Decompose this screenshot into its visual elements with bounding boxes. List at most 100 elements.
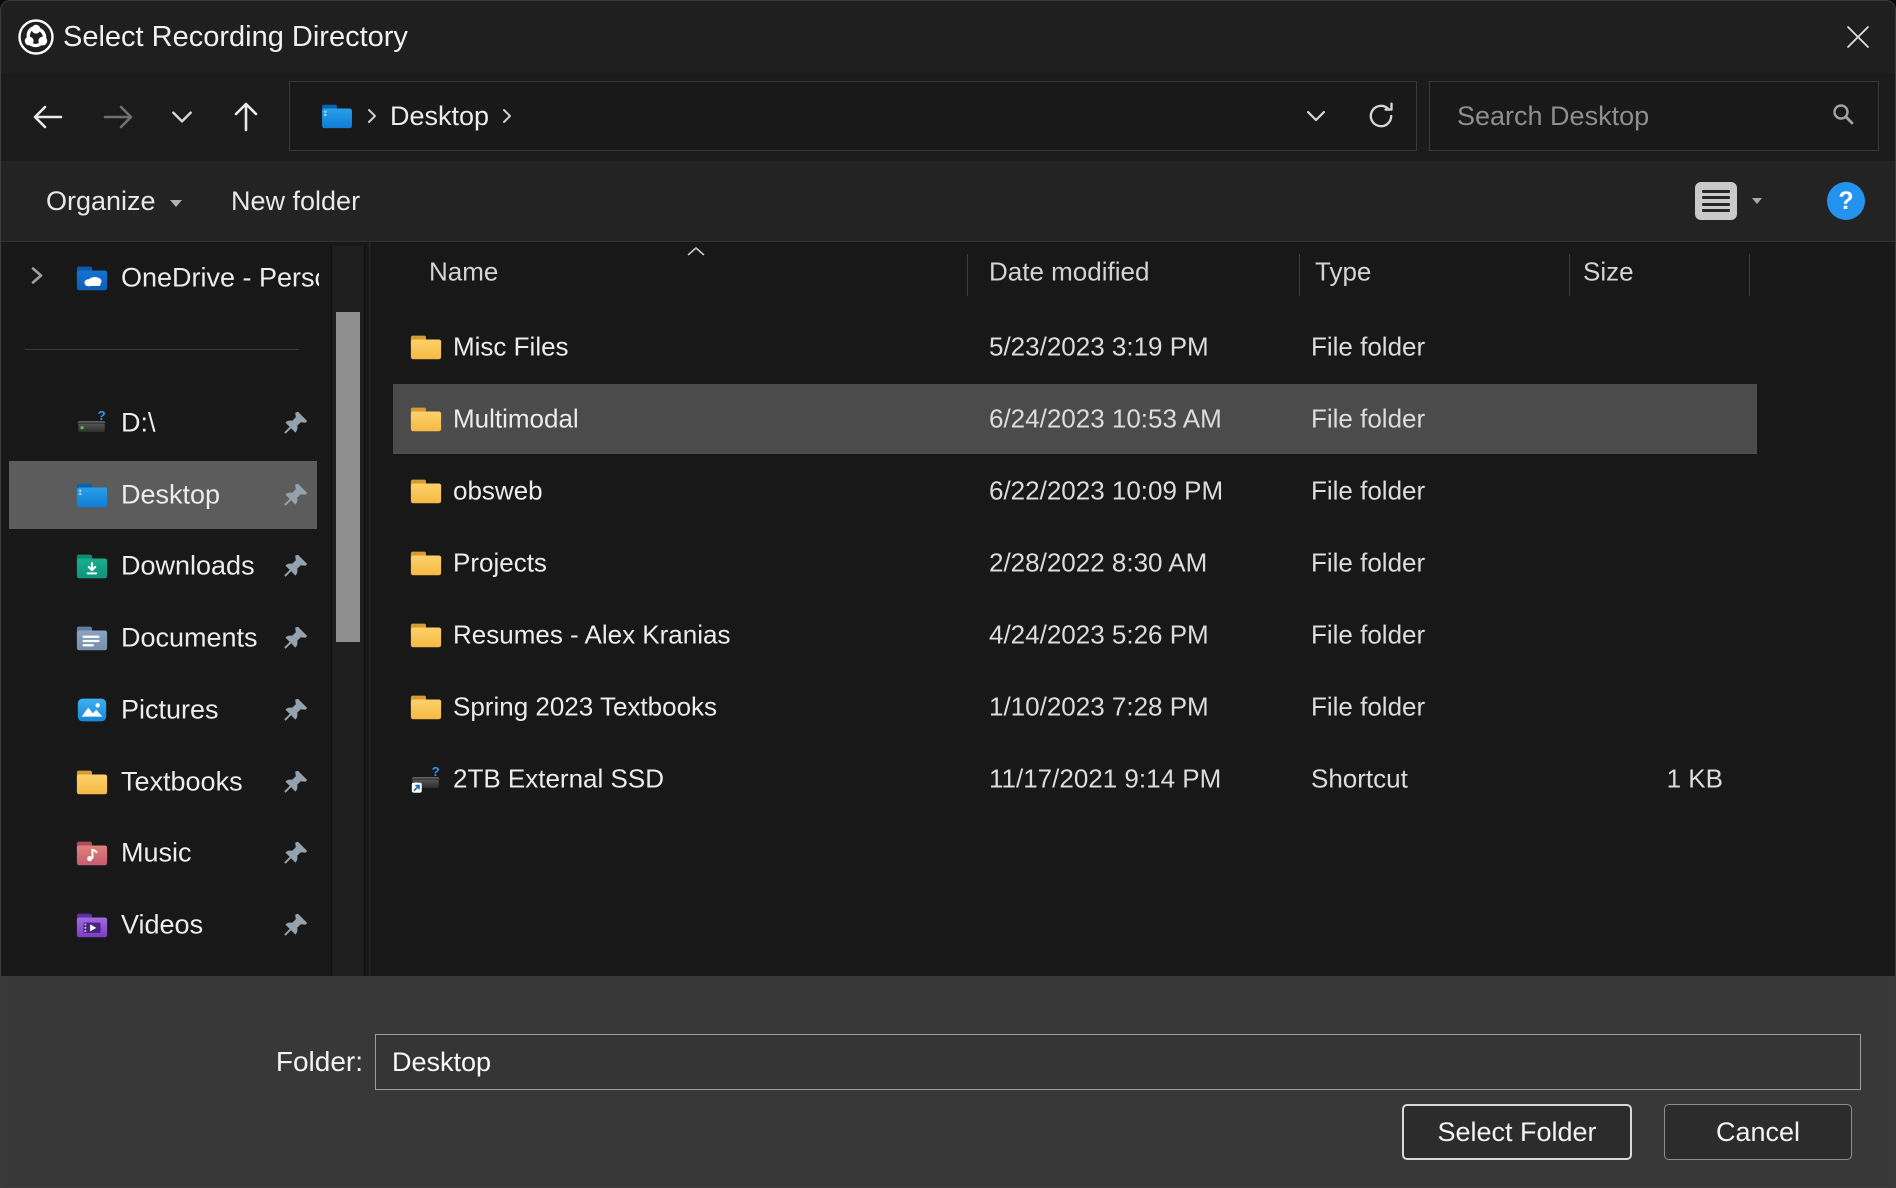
- search-box[interactable]: Search Desktop: [1429, 81, 1879, 151]
- svg-text:?: ?: [98, 408, 106, 423]
- column-header-date-modified[interactable]: Date modified: [989, 257, 1149, 288]
- folder-yellow-icon: [409, 476, 443, 506]
- column-separator[interactable]: [967, 254, 968, 296]
- sidebar-item-desktop[interactable]: Desktop: [1, 461, 319, 529]
- new-folder-button[interactable]: New folder: [231, 161, 360, 241]
- expander-chevron-icon[interactable]: [29, 265, 45, 292]
- file-type: File folder: [1311, 476, 1425, 507]
- file-row-obsweb[interactable]: obsweb 6/22/2023 10:09 PM File folder: [371, 455, 1896, 527]
- view-mode-button[interactable]: [1695, 182, 1762, 220]
- close-button[interactable]: [1835, 15, 1881, 59]
- drive-shortcut-icon: ?: [409, 764, 443, 794]
- folder-name-value: Desktop: [392, 1047, 491, 1078]
- address-bar[interactable]: Desktop: [289, 81, 1417, 151]
- search-icon[interactable]: [1830, 101, 1856, 132]
- window-title: Select Recording Directory: [63, 1, 408, 73]
- column-separator[interactable]: [1749, 254, 1750, 296]
- location-folder-icon: [320, 102, 354, 130]
- column-separator[interactable]: [1299, 254, 1300, 296]
- folder-yellow-icon: [409, 620, 443, 650]
- folder-name-input[interactable]: Desktop: [375, 1034, 1861, 1090]
- file-type: File folder: [1311, 332, 1425, 363]
- cancel-button[interactable]: Cancel: [1664, 1104, 1852, 1160]
- breadcrumb-folder[interactable]: Desktop: [390, 101, 489, 132]
- chevron-down-icon: [1305, 108, 1327, 124]
- sidebar-item-music[interactable]: Music: [1, 819, 319, 887]
- column-header-type[interactable]: Type: [1315, 257, 1371, 288]
- sort-ascending-caret-icon: [686, 244, 706, 262]
- sidebar-item-onedrive[interactable]: OneDrive - Persc: [1, 244, 319, 312]
- close-icon: [1844, 23, 1872, 51]
- navigation-bar: Desktop Search Desktop: [1, 73, 1895, 161]
- folder-yellow-icon: [75, 767, 109, 797]
- folder-music-icon: [75, 838, 109, 868]
- column-header-name[interactable]: Name: [429, 257, 498, 288]
- recent-locations-chevron[interactable]: [165, 73, 199, 161]
- file-name: Multimodal: [453, 404, 579, 435]
- file-date-modified: 6/22/2023 10:09 PM: [989, 476, 1223, 507]
- file-name: Projects: [453, 548, 547, 579]
- select-folder-button[interactable]: Select Folder: [1402, 1104, 1632, 1160]
- column-separator[interactable]: [1569, 254, 1570, 296]
- refresh-icon: [1366, 101, 1396, 131]
- file-list-header: Name Date modified Type Size: [371, 246, 1896, 298]
- sidebar-item-pictures[interactable]: Pictures: [1, 676, 319, 744]
- folder-label: Folder:: [1, 1034, 363, 1090]
- sidebar-item-label: Music: [121, 838, 192, 869]
- sidebar-divider: [25, 349, 299, 350]
- sidebar-item-label: Videos: [121, 910, 203, 941]
- file-date-modified: 6/24/2023 10:53 AM: [989, 404, 1222, 435]
- file-date-modified: 1/10/2023 7:28 PM: [989, 692, 1209, 723]
- folder-videos-icon: [75, 910, 109, 940]
- file-date-modified: 2/28/2022 8:30 AM: [989, 548, 1207, 579]
- scrollbar-thumb[interactable]: [336, 312, 360, 642]
- onedrive-folder-icon: [75, 263, 109, 293]
- file-row-spring-2023-textbooks[interactable]: Spring 2023 Textbooks1/10/2023 7:28 PMFi…: [371, 671, 1896, 743]
- breadcrumb-chevron-icon[interactable]: [501, 107, 513, 125]
- sidebar-item-downloads[interactable]: Downloads: [1, 532, 319, 600]
- up-arrow-icon: [228, 99, 264, 135]
- chevron-down-icon[interactable]: [1752, 198, 1762, 204]
- file-name: Spring 2023 Textbooks: [453, 692, 717, 723]
- file-type: Shortcut: [1311, 764, 1408, 795]
- organize-button[interactable]: Organize: [46, 161, 182, 241]
- sidebar-scrollbar[interactable]: [331, 246, 365, 976]
- sidebar-item-label: Desktop: [121, 480, 220, 511]
- refresh-button[interactable]: [1346, 101, 1416, 131]
- help-button[interactable]: ?: [1827, 182, 1865, 220]
- forward-button[interactable]: [95, 73, 141, 161]
- content-area: OneDrive - Persc ? D:\ Desktop Downloads: [1, 242, 1895, 976]
- drive-icon: ?: [75, 408, 109, 438]
- back-button[interactable]: [25, 73, 71, 161]
- sidebar-item-d[interactable]: ? D:\: [1, 389, 319, 457]
- file-row-2tb-external-ssd[interactable]: ? 2TB External SSD11/17/2021 9:14 PMShor…: [371, 743, 1896, 815]
- sidebar-item-videos[interactable]: Videos: [1, 891, 319, 959]
- file-row-resumes-alex-kranias[interactable]: Resumes - Alex Kranias4/24/2023 5:26 PMF…: [371, 599, 1896, 671]
- address-dropdown-chevron[interactable]: [1286, 108, 1346, 124]
- pin-icon: [283, 769, 309, 795]
- pin-icon: [283, 625, 309, 651]
- file-row-projects[interactable]: Projects2/28/2022 8:30 AMFile folder: [371, 527, 1896, 599]
- pictures-icon: [75, 695, 109, 725]
- file-date-modified: 4/24/2023 5:26 PM: [989, 620, 1209, 651]
- sidebar-item-documents[interactable]: Documents: [1, 604, 319, 672]
- column-header-size[interactable]: Size: [1583, 257, 1634, 288]
- search-input-placeholder[interactable]: Search Desktop: [1457, 101, 1830, 132]
- folder-yellow-icon: [409, 548, 443, 578]
- sidebar-item-label: D:\: [121, 408, 156, 439]
- folder-yellow-icon: [409, 404, 443, 434]
- file-name: Misc Files: [453, 332, 569, 363]
- file-row-multimodal[interactable]: Multimodal6/24/2023 10:53 AMFile folder: [371, 383, 1896, 455]
- sidebar-item-textbooks[interactable]: Textbooks: [1, 748, 319, 816]
- file-row-misc-files[interactable]: Misc Files5/23/2023 3:19 PMFile folder: [371, 311, 1896, 383]
- file-name: 2TB External SSD: [453, 764, 664, 795]
- back-arrow-icon: [30, 99, 66, 135]
- folder-desktop-icon: [75, 480, 109, 510]
- up-button[interactable]: [223, 73, 269, 161]
- breadcrumb-chevron-icon: [366, 107, 378, 125]
- file-name: obsweb: [453, 476, 543, 507]
- pin-icon: [283, 840, 309, 866]
- folder-downloads-icon: [75, 551, 109, 581]
- select-recording-directory-dialog: Select Recording Directory: [0, 0, 1896, 1188]
- footer-panel: Folder: Desktop Select Folder Cancel: [1, 976, 1895, 1188]
